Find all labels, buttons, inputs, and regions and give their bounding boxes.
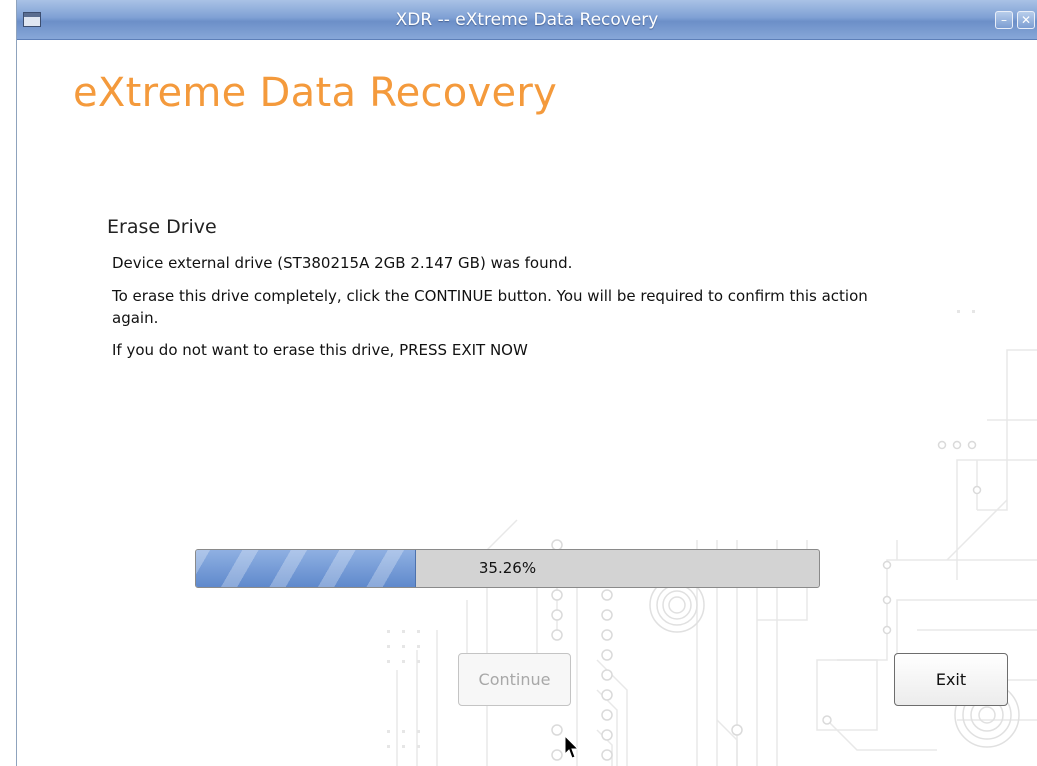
device-found-message: Device external drive (ST380215A 2GB 2.1… (112, 254, 573, 272)
section-title: Erase Drive (107, 216, 217, 238)
app-window: XDR -- eXtreme Data Recovery – ✕ eXtreme… (16, 0, 1037, 766)
mouse-cursor-icon (564, 735, 580, 759)
close-icon[interactable]: ✕ (1017, 11, 1035, 29)
exit-button[interactable]: Exit (894, 653, 1008, 706)
brand-title: eXtreme Data Recovery (73, 70, 558, 116)
exit-warning: If you do not want to erase this drive, … (112, 341, 528, 359)
progress-label: 35.26% (478, 559, 537, 577)
title-bar[interactable]: XDR -- eXtreme Data Recovery – ✕ (17, 0, 1037, 40)
continue-button[interactable]: Continue (458, 653, 571, 706)
erase-progress-bar: 35.26% (195, 549, 820, 588)
minimize-icon[interactable]: – (995, 11, 1013, 29)
window-title: XDR -- eXtreme Data Recovery (395, 10, 659, 30)
continue-instructions: To erase this drive completely, click th… (112, 287, 868, 327)
